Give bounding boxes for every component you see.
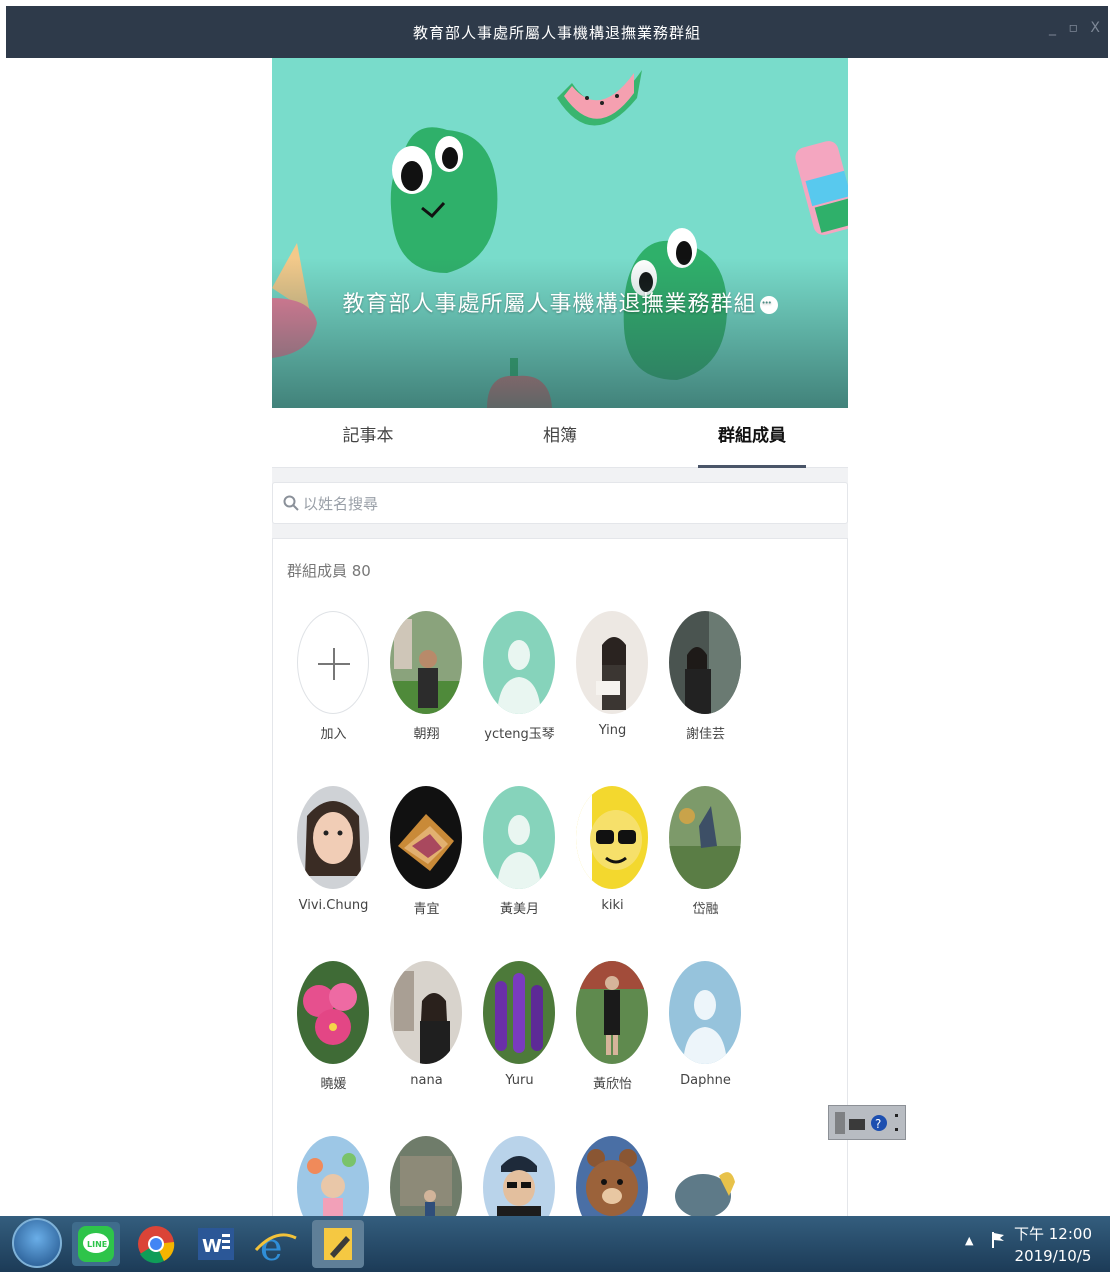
member-name: 黃美月 (499, 902, 539, 917)
svg-text:e: e (260, 1225, 283, 1268)
avatar (576, 611, 648, 714)
member-item[interactable]: 黃美月 (473, 786, 566, 961)
member-item[interactable]: kiki (566, 786, 659, 961)
avatar (576, 961, 648, 1064)
avatar (297, 961, 369, 1064)
member-item[interactable]: ycteng玉琴 (473, 611, 566, 786)
group-name: 教育部人事處所屬人事機構退撫業務群組 (272, 286, 848, 318)
search-box (272, 482, 848, 524)
avatar (576, 1136, 648, 1218)
member-item[interactable] (287, 1136, 380, 1218)
clock-time: 下午 12:00 (1014, 1225, 1092, 1243)
member-name: kiki (601, 898, 624, 913)
search-input[interactable] (303, 491, 803, 517)
cover-shade (272, 258, 848, 408)
ime-toolbar[interactable]: ? (828, 1105, 906, 1140)
member-name: Daphne (680, 1073, 731, 1088)
member-name: Vivi.Chung (298, 898, 369, 913)
avatar (297, 1136, 369, 1218)
member-item[interactable] (659, 1136, 752, 1218)
member-name: 謝佳芸 (685, 727, 725, 742)
search-icon (283, 495, 299, 511)
member-item[interactable]: 黃欣怡 (566, 961, 659, 1136)
member-item[interactable]: 謝佳芸 (659, 611, 752, 786)
chat-bubble-icon[interactable] (759, 296, 778, 314)
default-avatar-icon (483, 611, 555, 714)
system-clock[interactable]: 下午 12:00 2019/10/5 (1014, 1223, 1092, 1267)
avatar (576, 786, 648, 889)
tab-album[interactable]: 相簿 (464, 408, 656, 468)
avatar (390, 961, 462, 1064)
avatar (669, 786, 741, 889)
line-app-icon[interactable]: LINE (70, 1220, 122, 1268)
avatar (297, 786, 369, 889)
member-item[interactable]: 曉媛 (287, 961, 380, 1136)
member-section: 群組成員 80 加入 朝翔 ycteng玉琴 Ying 謝佳芸 Vivi.Chu… (272, 538, 848, 1218)
member-item[interactable]: nana (380, 961, 473, 1136)
member-item[interactable]: Daphne (659, 961, 752, 1136)
member-name: 朝翔 (413, 727, 440, 742)
member-name: 青宜 (413, 902, 440, 917)
member-name: nana (410, 1073, 443, 1088)
window-title: 教育部人事處所屬人事機構退撫業務群組 (412, 24, 701, 42)
member-item[interactable]: 岱融 (659, 786, 752, 961)
group-panel: 教育部人事處所屬人事機構退撫業務群組 記事本 相簿 群組成員 群組成員 80 加 (272, 58, 848, 1218)
add-member-button[interactable]: 加入 (287, 611, 380, 786)
avatar (390, 611, 462, 714)
member-item[interactable]: Yuru (473, 961, 566, 1136)
show-hidden-icons-button[interactable]: ▲ (965, 1234, 973, 1247)
avatar (483, 961, 555, 1064)
member-name: Yuru (505, 1073, 534, 1088)
avatar (390, 786, 462, 889)
svg-text:W: W (202, 1236, 222, 1257)
avatar (390, 1136, 462, 1218)
avatar (669, 611, 741, 714)
member-name: 曉媛 (320, 1077, 347, 1092)
member-item[interactable]: Vivi.Chung (287, 786, 380, 961)
avatar (669, 1136, 741, 1218)
minimize-button[interactable]: _ (1049, 20, 1056, 36)
default-avatar-icon (669, 961, 741, 1064)
member-name: 黃欣怡 (592, 1077, 632, 1092)
member-item[interactable] (380, 1136, 473, 1218)
title-bar: 教育部人事處所屬人事機構退撫業務群組 _ ▫ X (6, 6, 1108, 58)
member-item[interactable] (566, 1136, 659, 1218)
member-name: ycteng玉琴 (484, 727, 555, 742)
tab-members[interactable]: 群組成員 (656, 408, 848, 468)
default-avatar-icon (483, 786, 555, 889)
keyboard-icon: ? (835, 1112, 898, 1134)
member-item[interactable]: 朝翔 (380, 611, 473, 786)
member-item[interactable]: Ying (566, 611, 659, 786)
group-name-text: 教育部人事處所屬人事機構退撫業務群組 (342, 292, 757, 317)
svg-text:?: ? (875, 1117, 881, 1131)
internet-explorer-icon[interactable]: e (250, 1220, 302, 1269)
member-name: 岱融 (692, 902, 719, 917)
close-button[interactable]: X (1090, 20, 1100, 36)
start-button[interactable] (12, 1218, 62, 1268)
chrome-icon[interactable] (130, 1220, 182, 1268)
svg-text:LINE: LINE (87, 1240, 107, 1249)
tab-bar: 記事本 相簿 群組成員 (272, 408, 848, 468)
action-center-flag-icon[interactable] (990, 1230, 1006, 1250)
taskbar: LINE W e ▲ 下午 12:00 2019/10/5 (0, 1216, 1110, 1272)
clock-date: 2019/10/5 (1014, 1247, 1092, 1265)
group-cover: 教育部人事處所屬人事機構退撫業務群組 (272, 58, 848, 408)
maximize-button[interactable]: ▫ (1069, 20, 1079, 36)
member-item[interactable]: 青宜 (380, 786, 473, 961)
member-name: Ying (598, 723, 627, 738)
tab-notes[interactable]: 記事本 (272, 408, 464, 468)
member-item[interactable] (473, 1136, 566, 1218)
member-count-title: 群組成員 80 (287, 562, 371, 580)
notes-app-icon[interactable] (312, 1220, 364, 1268)
add-icon (297, 611, 369, 714)
avatar (483, 1136, 555, 1218)
word-icon[interactable]: W (190, 1220, 242, 1268)
add-member-label: 加入 (320, 727, 347, 742)
